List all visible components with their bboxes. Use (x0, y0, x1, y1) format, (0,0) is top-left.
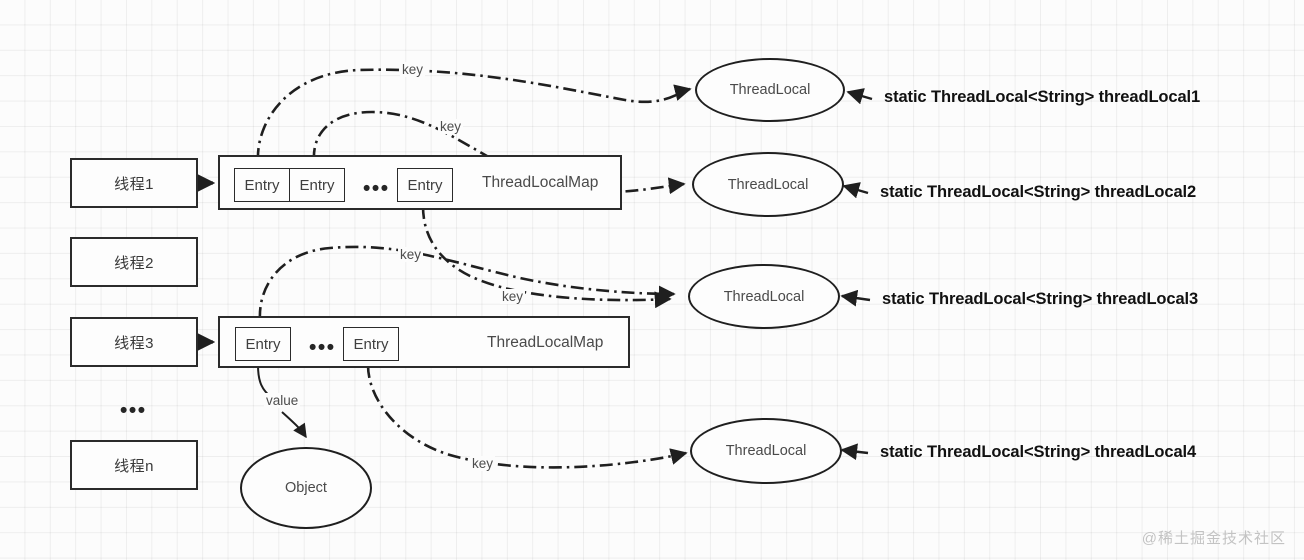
edge-decl3-to-threadlocal3 (840, 289, 871, 307)
watermark: @稀土掘金技术社区 (1141, 530, 1286, 547)
entry-1-1-label: Entry (244, 176, 280, 194)
edge-value-arrow-to-object (281, 411, 307, 439)
edge-key-entry1-threadlocal1 (256, 68, 692, 162)
thread-box-3: 线程3 (70, 317, 198, 367)
edge-decl2-to-threadlocal2 (842, 182, 869, 199)
edge-label-key-1: key (400, 62, 426, 77)
thread-box-n-label: 线程n (114, 457, 154, 475)
thread-box-1-label: 线程1 (114, 175, 154, 193)
thread-box-n: 线程n (70, 440, 198, 490)
edge-key-entry1row2-threadlocal3 (258, 245, 676, 321)
threadlocal-node-3-label: ThreadLocal (723, 288, 805, 305)
threadlocalmap-row-1: Entry Entry ••• Entry ThreadLocalMap (218, 155, 622, 210)
edge-key-entry2row2-threadlocal4 (366, 364, 688, 469)
declaration-threadlocal4: static ThreadLocal<String> threadLocal4 (880, 443, 1197, 461)
edge-label-key-5: key (470, 456, 496, 471)
declaration-threadlocal2: static ThreadLocal<String> threadLocal2 (880, 183, 1197, 201)
threadlocal-node-2-label: ThreadLocal (727, 176, 809, 193)
threadlocal-node-1: ThreadLocal (695, 58, 845, 122)
threadlocal-node-1-label: ThreadLocal (729, 82, 811, 98)
thread-box-2-label: 线程2 (114, 254, 154, 272)
edge-label-value: value (264, 393, 301, 408)
edge-label-key-2: key (438, 119, 464, 134)
object-node: Object (240, 447, 372, 529)
edge-decl4-to-threadlocal4 (840, 443, 869, 461)
entry-1-2: Entry (289, 168, 345, 202)
threadlocal-node-2: ThreadLocal (692, 152, 844, 217)
map-1-ellipsis: ••• (363, 177, 390, 200)
entry-1-1: Entry (234, 168, 290, 202)
threadlocalmap-row-2-label: ThreadLocalMap (487, 334, 604, 351)
entry-2-1-label: Entry (245, 335, 281, 353)
map-2-ellipsis: ••• (309, 336, 336, 359)
threadlocalmap-row-1-label: ThreadLocalMap (482, 174, 599, 191)
edge-key-entry3-threadlocal3 (421, 205, 672, 309)
edge-label-key-3: key (398, 247, 424, 262)
diagram-canvas: 线程1 线程2 线程3 ••• 线程n Entry Entry ••• Entr… (0, 0, 1304, 560)
declaration-threadlocal3: static ThreadLocal<String> threadLocal3 (882, 290, 1199, 308)
thread-box-2: 线程2 (70, 237, 198, 287)
declaration-threadlocal1: static ThreadLocal<String> threadLocal1 (884, 88, 1201, 106)
threadlocal-node-4-label: ThreadLocal (725, 443, 807, 459)
thread-list-ellipsis: ••• (120, 399, 147, 422)
object-node-label: Object (285, 480, 327, 496)
edge-decl1-to-threadlocal1 (846, 88, 873, 105)
entry-2-2: Entry (343, 327, 399, 361)
entry-2-1: Entry (235, 327, 291, 361)
entry-1-2-label: Entry (299, 176, 335, 194)
entry-1-3-label: Entry (407, 176, 443, 194)
entry-2-2-label: Entry (353, 335, 389, 353)
thread-box-1: 线程1 (70, 158, 198, 208)
threadlocal-node-4: ThreadLocal (690, 418, 842, 484)
edge-label-key-4: key (500, 289, 526, 304)
threadlocalmap-row-2: Entry ••• Entry ThreadLocalMap (218, 316, 630, 368)
threadlocal-node-3: ThreadLocal (688, 264, 840, 329)
thread-box-3-label: 线程3 (114, 334, 154, 352)
entry-1-3: Entry (397, 168, 453, 202)
